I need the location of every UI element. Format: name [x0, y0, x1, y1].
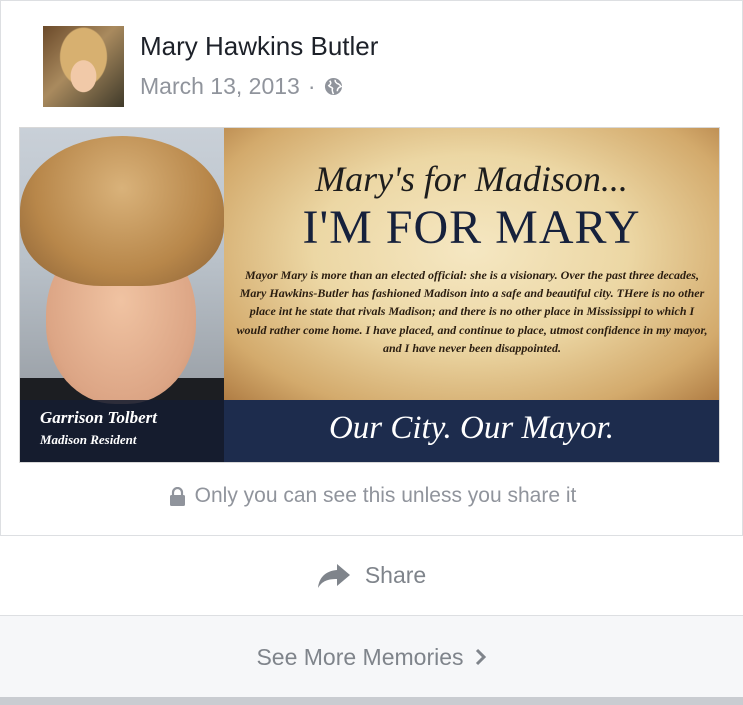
slogan-text: Our City. Our Mayor. — [328, 410, 615, 446]
post-date[interactable]: March 13, 2013 — [140, 73, 300, 100]
portrait-hair — [20, 136, 224, 286]
see-more-memories-button[interactable]: See More Memories — [0, 615, 743, 698]
share-arrow-icon — [317, 563, 350, 588]
headline-line2: I'M FOR MARY — [302, 201, 641, 254]
meta-separator: · — [307, 73, 316, 99]
see-more-label: See More Memories — [256, 643, 464, 670]
portrait-photo: Garrison Tolbert Madison Resident — [20, 128, 224, 462]
post-meta: March 13, 2013 · — [140, 73, 343, 100]
share-button[interactable]: Share — [0, 535, 743, 615]
person-role: Madison Resident — [40, 432, 137, 447]
globe-icon[interactable] — [324, 77, 343, 96]
privacy-notice: Only you can see this unless you share i… — [1, 484, 743, 508]
privacy-text: Only you can see this unless you share i… — [194, 484, 577, 507]
memory-card: Mary Hawkins Butler March 13, 2013 · Gar… — [0, 0, 743, 535]
parchment-panel: Mary's for Madison... I'M FOR MARY Mayor… — [224, 128, 719, 400]
bottom-divider — [0, 697, 743, 705]
share-label: Share — [364, 562, 427, 588]
shared-photo[interactable]: Garrison Tolbert Madison Resident Mary's… — [19, 127, 720, 463]
lock-icon — [169, 486, 185, 506]
headline-line1: Mary's for Madison... — [315, 159, 628, 199]
person-name: Garrison Tolbert — [40, 408, 157, 427]
slogan-band: Our City. Our Mayor. — [224, 400, 719, 462]
testimonial-text: Mayor Mary is more than an elected offic… — [236, 268, 708, 355]
name-caption: Garrison Tolbert Madison Resident — [20, 400, 224, 462]
author-name[interactable]: Mary Hawkins Butler — [140, 31, 378, 62]
avatar[interactable] — [43, 26, 124, 107]
chevron-right-icon — [475, 648, 486, 666]
